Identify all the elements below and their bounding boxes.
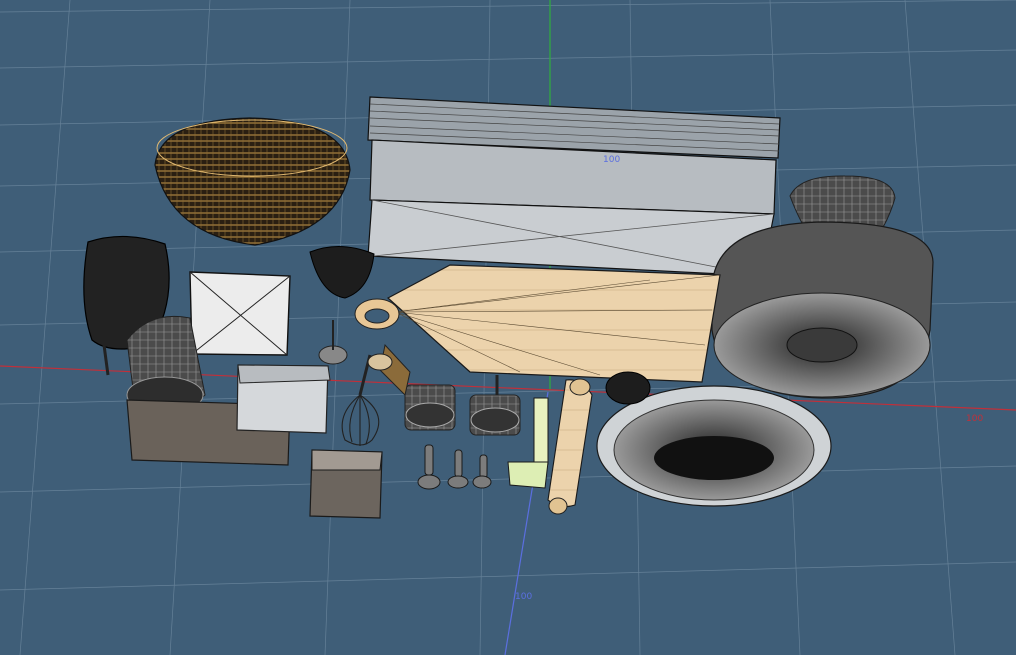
square-dish[interactable] bbox=[189, 271, 291, 356]
z-axis-label: 100 bbox=[515, 592, 532, 602]
3d-viewport[interactable]: 100 100 100 bbox=[0, 0, 1016, 655]
measuring-spoons[interactable] bbox=[417, 444, 492, 490]
baking-tray-stack[interactable] bbox=[367, 96, 781, 277]
muffin-cup[interactable] bbox=[309, 245, 375, 299]
scoop[interactable] bbox=[309, 449, 383, 519]
x-axis-label: 100 bbox=[966, 414, 983, 424]
y-axis-label: 100 bbox=[603, 155, 620, 165]
dough-scraper[interactable] bbox=[367, 343, 411, 397]
bundt-pan[interactable] bbox=[711, 221, 934, 399]
cookie-cutter[interactable] bbox=[605, 371, 651, 405]
small-pot[interactable] bbox=[404, 384, 456, 431]
wicker-basket[interactable] bbox=[154, 117, 351, 246]
viewport-canvas[interactable]: 100 100 100 bbox=[0, 0, 1016, 655]
small-pot[interactable] bbox=[469, 375, 521, 436]
kitchen-scale[interactable] bbox=[236, 364, 331, 434]
measuring-cup[interactable] bbox=[318, 320, 348, 365]
cutting-board[interactable] bbox=[354, 264, 721, 383]
rolling-pin[interactable] bbox=[547, 378, 593, 515]
